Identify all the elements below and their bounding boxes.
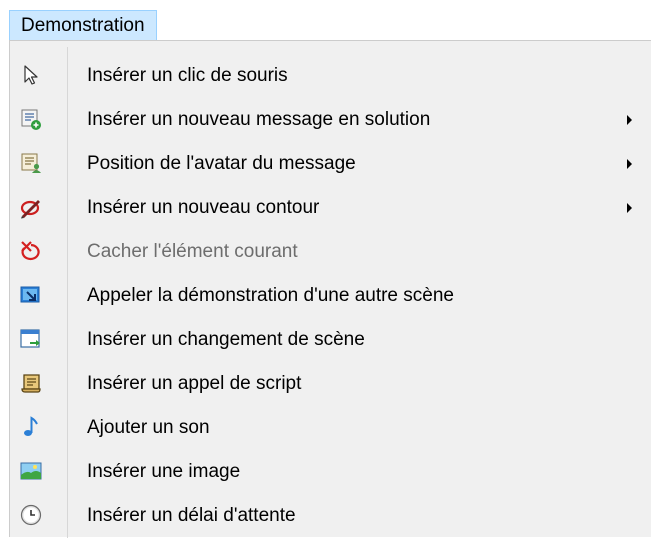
menu-item-insert-wait-delay[interactable]: Insérer un délai d'attente <box>10 494 650 538</box>
dropdown-menu: Insérer un clic de souris Insérer un nou… <box>9 40 651 538</box>
menu-item-insert-script-call[interactable]: Insérer un appel de script <box>10 362 650 406</box>
menu-item-avatar-position[interactable]: Position de l'avatar du message <box>10 142 650 186</box>
menu-item-label: Cacher l'élément courant <box>87 241 298 262</box>
menu-item-insert-mouse-click[interactable]: Insérer un clic de souris <box>10 54 650 98</box>
menu-item-call-other-scene-demo[interactable]: Appeler la démonstration d'une autre scè… <box>10 274 650 318</box>
new-message-icon <box>19 107 43 131</box>
menu-item-insert-new-outline[interactable]: Insérer un nouveau contour <box>10 186 650 230</box>
script-scroll-icon <box>19 371 43 395</box>
submenu-arrow-icon <box>627 115 632 125</box>
submenu-arrow-icon <box>627 159 632 169</box>
menu-item-label: Insérer un nouveau contour <box>87 197 320 218</box>
menu-item-label: Insérer une image <box>87 461 241 482</box>
call-scene-icon <box>19 283 43 307</box>
menu-bar: Demonstration <box>0 0 651 42</box>
music-note-icon <box>19 415 43 439</box>
menu-item-label: Insérer un appel de script <box>87 373 302 394</box>
hide-element-icon <box>19 239 43 263</box>
avatar-message-icon <box>19 151 43 175</box>
menu-item-label: Insérer un changement de scène <box>87 329 365 350</box>
menu-item-insert-new-message[interactable]: Insérer un nouveau message en solution <box>10 98 650 142</box>
menu-item-label: Insérer un nouveau message en solution <box>87 109 431 130</box>
menu-item-label: Insérer un délai d'attente <box>87 505 296 526</box>
menu-item-label: Appeler la démonstration d'une autre scè… <box>87 285 454 306</box>
menu-title-demonstration[interactable]: Demonstration <box>9 10 157 40</box>
image-icon <box>19 459 43 483</box>
menu-item-insert-image[interactable]: Insérer une image <box>10 450 650 494</box>
mouse-pointer-icon <box>19 63 43 87</box>
menu-item-add-sound[interactable]: Ajouter un son <box>10 406 650 450</box>
menu-item-insert-scene-change[interactable]: Insérer un changement de scène <box>10 318 650 362</box>
menu-item-label: Ajouter un son <box>87 417 210 438</box>
clock-icon <box>19 503 43 527</box>
scene-change-icon <box>19 327 43 351</box>
menu-item-label: Insérer un clic de souris <box>87 65 288 86</box>
menu-item-hide-current-element[interactable]: Cacher l'élément courant <box>10 230 650 274</box>
submenu-arrow-icon <box>627 203 632 213</box>
outline-pen-icon <box>19 195 43 219</box>
menu-item-label: Position de l'avatar du message <box>87 153 356 174</box>
